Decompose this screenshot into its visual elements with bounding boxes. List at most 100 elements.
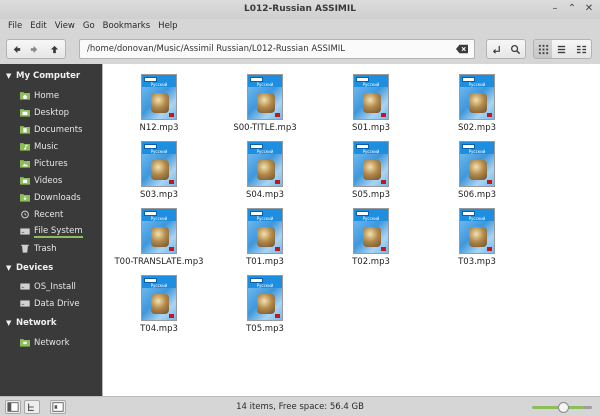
collapse-arrow-icon: ▼ [6,264,12,272]
file-name: T02.mp3 [352,257,390,267]
window-title: L012-Russian ASSIMIL [244,4,356,14]
edit-path-icon [492,45,500,54]
file-name: S03.mp3 [140,190,178,200]
file-name: S01.mp3 [352,123,390,133]
sidebar-item-recent[interactable]: Recent [0,206,102,223]
network-folder-icon [20,339,30,347]
list-view-icon [557,45,566,53]
album-art-thumbnail: Русский [353,208,389,254]
sidebar-item-os-install[interactable]: OS_Install [0,278,102,295]
compact-view-button[interactable] [571,39,592,59]
menu-edit[interactable]: Edit [26,19,50,34]
compact-view-icon [576,45,586,53]
forward-button[interactable] [25,39,45,59]
sidebar-item-downloads[interactable]: Downloads [0,189,102,206]
toggle-location-button[interactable] [486,39,506,59]
back-button[interactable] [6,39,26,59]
file-item[interactable]: Русский T00-TRANSLATE.mp3 [109,208,209,274]
file-name: S06.mp3 [458,190,496,200]
file-item[interactable]: Русский T05.mp3 [215,275,315,341]
file-item[interactable]: Русский S01.mp3 [321,74,421,140]
sidebar-item-file-system[interactable]: File System [0,223,102,240]
album-art-thumbnail: Русский [353,141,389,187]
status-bar: 14 items, Free space: 56.4 GB [0,396,600,416]
videos-folder-icon [20,177,30,185]
list-view-button[interactable] [552,39,572,59]
file-name: T05.mp3 [246,324,284,334]
icon-view-button[interactable] [533,39,553,59]
album-art-thumbnail: Русский [247,275,283,321]
search-icon [510,44,520,54]
menu-help[interactable]: Help [154,19,181,34]
file-name: S02.mp3 [458,123,496,133]
minimize-button[interactable]: – [548,2,562,16]
sidebar-section-my-computer[interactable]: ▼ My Computer [0,68,102,84]
file-item[interactable]: Русский S00-TITLE.mp3 [215,74,315,140]
album-art-thumbnail: Русский [247,208,283,254]
sidebar-item-trash[interactable]: Trash [0,240,102,257]
file-name: T04.mp3 [140,324,178,334]
file-item[interactable]: Русский T01.mp3 [215,208,315,274]
search-button[interactable] [505,39,526,59]
file-item[interactable]: Русский S04.mp3 [215,141,315,207]
sidebar-item-videos[interactable]: Videos [0,172,102,189]
arrow-right-icon [30,45,38,53]
sidebar-section-devices[interactable]: ▼ Devices [0,260,102,276]
maximize-button[interactable]: ⌃ [565,2,579,16]
file-name: S04.mp3 [246,190,284,200]
menu-file[interactable]: File [4,19,26,34]
zoom-slider-handle[interactable] [558,402,569,413]
file-item[interactable]: Русский S02.mp3 [427,74,527,140]
file-name: T00-TRANSLATE.mp3 [114,257,204,267]
status-text: 14 items, Free space: 56.4 GB [236,402,364,412]
sidebar-item-network[interactable]: Network [0,334,102,351]
location-path[interactable]: /home/donovan/Music/Assimil Russian/L012… [87,40,345,58]
file-name: S00-TITLE.mp3 [233,123,297,133]
collapse-arrow-icon: ▼ [6,319,12,327]
album-art-thumbnail: Русский [459,74,495,120]
music-folder-icon [20,143,30,151]
album-art-thumbnail: Русский [247,141,283,187]
sidebar-item-data-drive[interactable]: Data Drive [0,295,102,312]
menu-go[interactable]: Go [79,19,99,34]
file-manager-window: L012-Russian ASSIMIL – ⌃ ✕ File Edit Vie… [0,0,600,416]
sidebar-item-desktop[interactable]: Desktop [0,104,102,121]
toolbar: /home/donovan/Music/Assimil Russian/L012… [0,34,600,64]
arrow-up-icon [50,45,59,53]
close-button[interactable]: ✕ [582,2,596,16]
window-controls: – ⌃ ✕ [548,2,596,16]
grid-view-icon [538,44,548,54]
sidebar-item-home[interactable]: Home [0,87,102,104]
arrow-left-icon [13,45,20,53]
title-bar: L012-Russian ASSIMIL – ⌃ ✕ [0,0,600,19]
menu-bookmarks[interactable]: Bookmarks [99,19,155,34]
file-item[interactable]: Русский N12.mp3 [109,74,209,140]
album-art-thumbnail: Русский [353,74,389,120]
file-item[interactable]: Русский T04.mp3 [109,275,209,341]
desktop-folder-icon [20,109,30,117]
file-item[interactable]: Русский S06.mp3 [427,141,527,207]
clear-location-icon[interactable] [456,44,468,54]
file-view[interactable]: Русский N12.mp3 Русский S00-TITLE.mp3 Ру… [102,64,600,396]
drive-icon [20,228,30,235]
sidebar: ▼ My Computer Home Desktop Documents Musi… [0,64,102,396]
trash-icon [21,244,29,253]
file-item[interactable]: Русский S05.mp3 [321,141,421,207]
file-item[interactable]: Русский T02.mp3 [321,208,421,274]
drive-icon [20,283,30,290]
album-art-thumbnail: Русский [141,141,177,187]
sidebar-section-network[interactable]: ▼ Network [0,315,102,331]
home-folder-icon [20,92,30,100]
menu-view[interactable]: View [51,19,79,34]
location-bar[interactable]: /home/donovan/Music/Assimil Russian/L012… [79,39,475,59]
collapse-arrow-icon: ▼ [6,72,12,80]
file-item[interactable]: Русский S03.mp3 [109,141,209,207]
album-art-thumbnail: Русский [459,208,495,254]
file-name: S05.mp3 [352,190,390,200]
sidebar-item-pictures[interactable]: Pictures [0,155,102,172]
documents-folder-icon [20,126,30,134]
file-item[interactable]: Русский T03.mp3 [427,208,527,274]
up-button[interactable] [44,39,66,59]
sidebar-item-music[interactable]: Music [0,138,102,155]
sidebar-item-documents[interactable]: Documents [0,121,102,138]
